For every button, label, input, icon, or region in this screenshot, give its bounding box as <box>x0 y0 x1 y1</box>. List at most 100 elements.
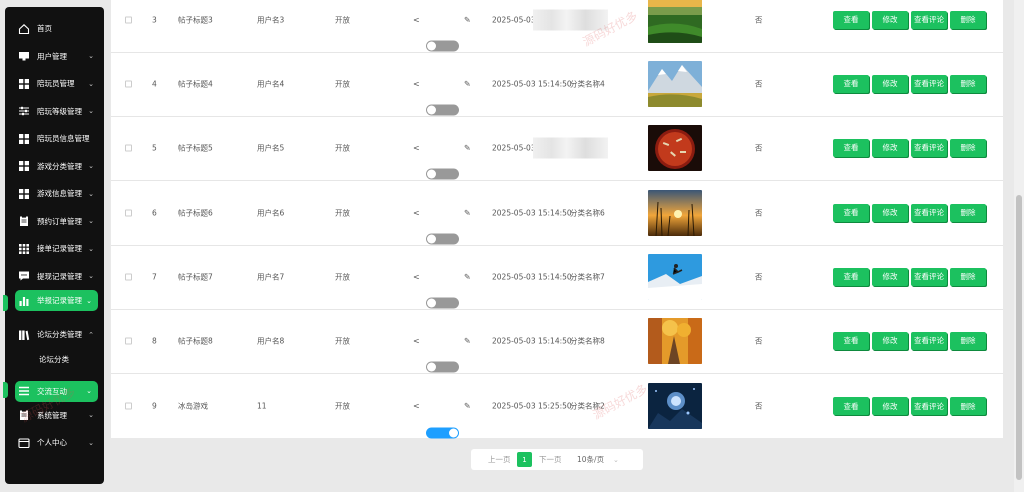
table-panel: 3 帖子标题3 用户名3 开放 < ✎ 2025-05-03 否查看 修改 查看评论 删除 4 帖子标题… <box>111 0 1003 439</box>
edit-icon[interactable]: ✎ <box>464 402 471 411</box>
grid-icon <box>18 78 30 90</box>
delete-button[interactable]: 删除 <box>950 74 986 93</box>
view-comments-button[interactable]: 查看评论 <box>911 10 947 29</box>
scrollbar[interactable] <box>1014 0 1024 492</box>
edit-icon[interactable]: ✎ <box>464 208 471 217</box>
table-row: 7 帖子标题7 用户名7 开放 < ✎ 2025-05-03 15:14:50 分类名称7 否 查… <box>111 245 1003 310</box>
status-toggle[interactable] <box>426 233 459 245</box>
next-page-button[interactable]: 下一页 <box>539 454 562 465</box>
blurred-content <box>533 137 608 159</box>
share-icon[interactable]: < <box>413 336 420 345</box>
sidebar-item[interactable]: 论坛分类 <box>5 349 104 371</box>
sidebar-item-label: 接单记录管理 <box>37 244 82 254</box>
status-toggle[interactable] <box>426 297 459 309</box>
view-comments-button[interactable]: 查看评论 <box>911 267 947 286</box>
username: 11 <box>257 401 267 411</box>
delete-button[interactable]: 删除 <box>950 267 986 286</box>
view-comments-button[interactable]: 查看评论 <box>911 138 947 157</box>
monitor-icon <box>18 50 30 62</box>
sidebar-item[interactable]: 陪玩等级管理 ⌄ <box>5 98 104 126</box>
delete-button[interactable]: 删除 <box>950 397 986 416</box>
row-index: 3 <box>152 15 157 25</box>
post-title: 帖子标题5 <box>178 143 213 153</box>
status-toggle[interactable] <box>426 361 459 373</box>
view-button[interactable]: 查看 <box>833 203 869 222</box>
sidebar-item[interactable]: 接单记录管理 ⌄ <box>5 235 104 263</box>
is-top: 否 <box>755 336 763 346</box>
username: 用户名8 <box>257 336 285 346</box>
delete-button[interactable]: 删除 <box>950 138 986 157</box>
edit-button[interactable]: 修改 <box>872 397 908 416</box>
view-comments-button[interactable]: 查看评论 <box>911 203 947 222</box>
share-icon[interactable]: < <box>413 272 420 281</box>
view-comments-button[interactable]: 查看评论 <box>911 74 947 93</box>
edit-button[interactable]: 修改 <box>872 74 908 93</box>
edit-button[interactable]: 修改 <box>872 331 908 350</box>
edit-button[interactable]: 修改 <box>872 138 908 157</box>
row-checkbox[interactable] <box>125 16 132 24</box>
share-icon[interactable]: < <box>413 143 420 152</box>
chevron-down-icon[interactable]: ⌄ <box>613 456 619 464</box>
row-checkbox[interactable] <box>125 209 132 217</box>
table-row: 6 帖子标题6 用户名6 开放 < ✎ 2025-05-03 15:14:50 分类名称6 否 查… <box>111 181 1003 246</box>
sidebar-item[interactable]: 陪玩员信息管理 <box>5 125 104 153</box>
row-checkbox[interactable] <box>125 402 132 410</box>
sidebar-item[interactable]: 系统管理 ⌄ <box>5 402 104 430</box>
sidebar-item[interactable]: 交流互动 ⌄ <box>15 380 98 402</box>
edit-button[interactable]: 修改 <box>872 267 908 286</box>
row-checkbox[interactable] <box>125 337 132 345</box>
edit-icon[interactable]: ✎ <box>464 272 471 281</box>
view-button[interactable]: 查看 <box>833 397 869 416</box>
row-checkbox[interactable] <box>125 144 132 152</box>
share-icon[interactable]: < <box>413 15 420 24</box>
delete-button[interactable]: 删除 <box>950 203 986 222</box>
status-toggle[interactable] <box>426 104 459 116</box>
home-icon <box>18 23 30 35</box>
sidebar-item[interactable]: 论坛分类管理 ⌃ <box>5 321 104 349</box>
sidebar-item[interactable]: 游戏分类管理 ⌄ <box>5 153 104 181</box>
chevron-down-icon: ⌄ <box>88 217 94 226</box>
share-icon[interactable]: < <box>413 79 420 88</box>
sidebar-item[interactable]: 游戏信息管理 ⌄ <box>5 180 104 208</box>
delete-button[interactable]: 删除 <box>950 331 986 350</box>
view-button[interactable]: 查看 <box>833 267 869 286</box>
edit-icon[interactable]: ✎ <box>464 15 471 24</box>
delete-button[interactable]: 删除 <box>950 10 986 29</box>
view-comments-button[interactable]: 查看评论 <box>911 331 947 350</box>
page-1-button[interactable]: 1 <box>517 452 532 467</box>
share-icon[interactable]: < <box>413 402 420 411</box>
sidebar-item-label: 陪玩员管理 <box>37 79 75 89</box>
edit-icon[interactable]: ✎ <box>464 143 471 152</box>
share-icon[interactable]: < <box>413 208 420 217</box>
sidebar-item[interactable]: 陪玩员管理 ⌄ <box>5 70 104 98</box>
edit-icon[interactable]: ✎ <box>464 336 471 345</box>
scrollbar-thumb[interactable] <box>1016 195 1022 480</box>
view-button[interactable]: 查看 <box>833 331 869 350</box>
view-button[interactable]: 查看 <box>833 74 869 93</box>
sidebar-item[interactable]: 个人中心 ⌄ <box>5 429 104 457</box>
status-toggle[interactable] <box>426 427 459 439</box>
view-button[interactable]: 查看 <box>833 10 869 29</box>
post-time: 2025-05-03 15:14:50 <box>492 79 572 89</box>
sidebar-item[interactable]: 举报记录管理 ⌄ <box>15 290 98 311</box>
edit-button[interactable]: 修改 <box>872 203 908 222</box>
status-toggle[interactable] <box>426 40 459 52</box>
sidebar-item[interactable]: 用户管理 ⌄ <box>5 43 104 71</box>
edit-button[interactable]: 修改 <box>872 10 908 29</box>
sidebar-item[interactable]: 预约订单管理 ⌄ <box>5 208 104 236</box>
row-checkbox[interactable] <box>125 273 132 281</box>
page-size-select[interactable]: 10条/页 <box>577 454 604 465</box>
sidebar-item-label: 预约订单管理 <box>37 216 82 226</box>
edit-icon[interactable]: ✎ <box>464 79 471 88</box>
post-time: 2025-05-03 <box>492 15 536 25</box>
status-toggle[interactable] <box>426 168 459 180</box>
post-time: 2025-05-03 <box>492 143 536 153</box>
prev-page-button[interactable]: 上一页 <box>488 454 511 465</box>
sidebar-item[interactable]: 提现记录管理 ⌄ <box>5 263 104 291</box>
row-checkbox[interactable] <box>125 80 132 88</box>
sidebar-item-label: 系统管理 <box>37 410 67 420</box>
view-button[interactable]: 查看 <box>833 138 869 157</box>
sidebar-item[interactable]: 首页 <box>5 15 104 43</box>
view-comments-button[interactable]: 查看评论 <box>911 397 947 416</box>
